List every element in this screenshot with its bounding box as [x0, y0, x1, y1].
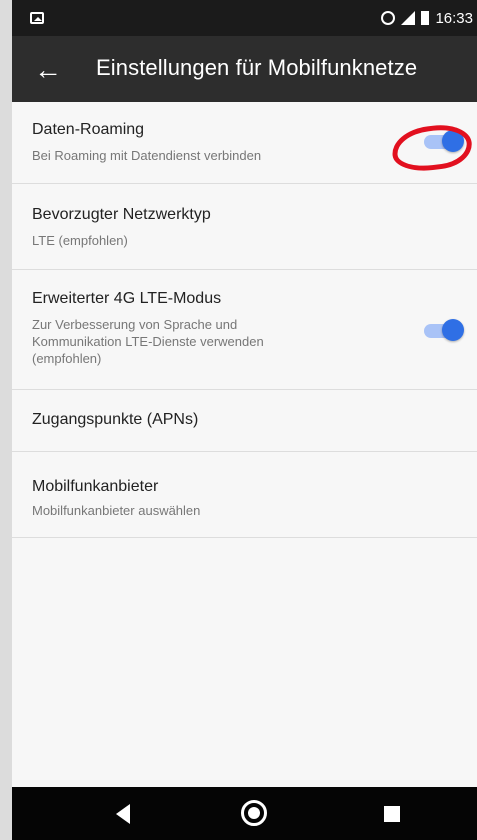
left-edge-strip	[0, 0, 12, 840]
signal-icon	[401, 11, 416, 25]
nav-recents-icon[interactable]	[384, 806, 400, 822]
status-icons: 16:33	[381, 8, 473, 28]
setting-zugangspunkte[interactable]: Zugangspunkte (APNs)	[12, 390, 477, 452]
navigation-bar	[12, 787, 477, 840]
setting-mobilfunkanbieter[interactable]: Mobilfunkanbieter Mobilfunkanbieter ausw…	[12, 452, 477, 538]
setting-title: Mobilfunkanbieter	[32, 478, 159, 495]
setting-title: Zugangspunkte (APNs)	[32, 411, 199, 428]
arrow-back-icon: ←	[34, 54, 62, 85]
setting-title: Erweiterter 4G LTE-Modus	[32, 290, 222, 307]
image-notification-icon	[30, 12, 44, 24]
setting-subtitle: Mobilfunkanbieter auswählen	[32, 503, 201, 518]
setting-bevorzugter-netzwerktyp[interactable]: Bevorzugter Netzwerktyp LTE (empfohlen)	[12, 184, 477, 270]
setting-title: Bevorzugter Netzwerktyp	[32, 206, 211, 223]
setting-subtitle-line-1: Zur Verbesserung von Sprache und	[32, 317, 238, 332]
nav-home-icon[interactable]	[241, 800, 267, 826]
setting-subtitle: LTE (empfohlen)	[32, 233, 128, 248]
settings-list: Daten-Roaming Bei Roaming mit Datendiens…	[12, 102, 477, 787]
toggle-thumb	[442, 319, 464, 341]
back-button[interactable]: ←	[30, 54, 66, 86]
setting-subtitle-line-2: Kommunikation LTE-Dienste verwenden	[32, 334, 264, 349]
page-title: Einstellungen für Mobilfunknetze	[96, 55, 418, 80]
setting-subtitle-line-3: (empfohlen)	[32, 351, 102, 366]
battery-icon	[421, 11, 430, 25]
setting-subtitle: Bei Roaming mit Datendienst verbinden	[32, 148, 262, 163]
nav-back-icon[interactable]	[116, 804, 130, 824]
screen: 16:33 ← Einstellungen für Mobilfunknetze…	[0, 0, 477, 840]
data-saver-icon	[381, 11, 396, 25]
app-bar: ← Einstellungen für Mobilfunknetze	[12, 36, 477, 102]
status-time: 16:33	[435, 9, 473, 27]
status-bar: 16:33	[12, 0, 477, 36]
setting-erweiterter-4g-lte-modus[interactable]: Erweiterter 4G LTE-Modus Zur Verbesserun…	[12, 270, 477, 390]
lte-modus-toggle[interactable]	[424, 318, 464, 342]
setting-title: Daten-Roaming	[32, 121, 145, 138]
